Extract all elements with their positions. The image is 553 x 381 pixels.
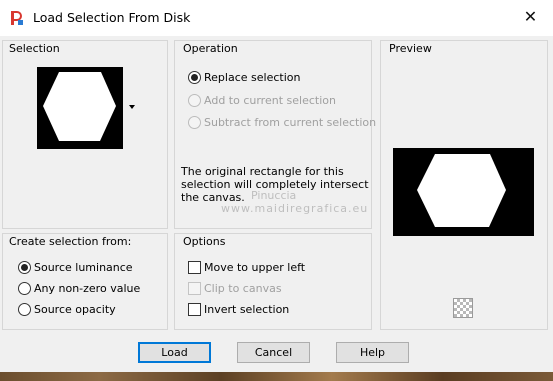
options-panel-title: Options — [183, 235, 226, 248]
window-title: Load Selection From Disk — [33, 10, 191, 25]
selection-shape — [43, 72, 116, 141]
cancel-button[interactable]: Cancel — [237, 342, 310, 363]
source-luminance-radio[interactable] — [18, 261, 31, 274]
any-nonzero-radio[interactable] — [18, 282, 31, 295]
background-strip — [0, 372, 553, 381]
replace-selection-label[interactable]: Replace selection — [204, 71, 300, 84]
help-button[interactable]: Help — [336, 342, 409, 363]
app-icon — [11, 11, 23, 25]
subtract-selection-label: Subtract from current selection — [204, 116, 377, 129]
add-to-selection-label: Add to current selection — [204, 94, 336, 107]
source-opacity-radio[interactable] — [18, 303, 31, 316]
watermark-line1: Pinuccia — [251, 189, 297, 202]
preview-panel-title: Preview — [389, 42, 432, 55]
close-button[interactable]: ✕ — [508, 0, 553, 36]
watermark-line2: www.maidiregrafica.eu — [221, 202, 369, 215]
subtract-selection-radio — [188, 116, 201, 129]
selection-preview — [393, 148, 534, 236]
close-icon: ✕ — [523, 7, 538, 26]
operation-panel-title: Operation — [183, 42, 238, 55]
title-bar: Load Selection From Disk ✕ — [0, 0, 553, 36]
invert-selection-label[interactable]: Invert selection — [204, 303, 289, 316]
preview-shape — [417, 154, 506, 227]
source-opacity-label[interactable]: Source opacity — [34, 303, 116, 316]
selection-panel-title: Selection — [9, 42, 60, 55]
transparency-checker-icon[interactable] — [453, 298, 473, 318]
clip-to-canvas-label: Clip to canvas — [204, 282, 282, 295]
create-selection-panel-title: Create selection from: — [9, 235, 132, 248]
load-button[interactable]: Load — [138, 342, 211, 363]
move-to-upper-left-label[interactable]: Move to upper left — [204, 261, 305, 274]
replace-selection-radio[interactable] — [188, 71, 201, 84]
clip-to-canvas-checkbox — [188, 282, 201, 295]
invert-selection-checkbox[interactable] — [188, 303, 201, 316]
watermark: Pinuccia www.maidiregrafica.eu — [221, 189, 368, 215]
add-to-selection-radio — [188, 94, 201, 107]
selection-thumbnail[interactable] — [37, 67, 123, 149]
source-luminance-label[interactable]: Source luminance — [34, 261, 133, 274]
dropdown-arrow-icon[interactable] — [129, 105, 135, 109]
move-to-upper-left-checkbox[interactable] — [188, 261, 201, 274]
any-nonzero-label[interactable]: Any non-zero value — [34, 282, 140, 295]
